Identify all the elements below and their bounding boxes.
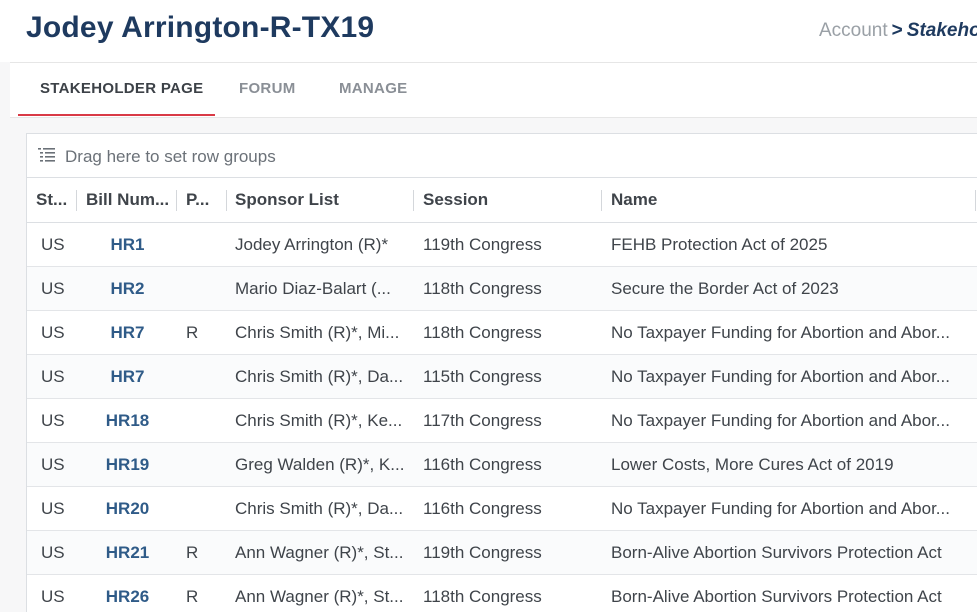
cell-state: US xyxy=(41,367,65,386)
tab-forum[interactable]: FORUM xyxy=(239,63,296,115)
table-row[interactable]: US HR19 Greg Walden (R)*, K... 116th Con… xyxy=(27,443,977,487)
cell-bill-number-link[interactable]: HR1 xyxy=(86,223,169,266)
row-group-hint: Drag here to set row groups xyxy=(65,147,276,166)
column-resize-handle[interactable] xyxy=(76,190,77,211)
cell-state: US xyxy=(41,587,65,606)
cell-session: 115th Congress xyxy=(423,367,542,386)
column-header-sponsor-list[interactable]: Sponsor List xyxy=(235,178,405,222)
cell-sponsor-list: Greg Walden (R)*, K... xyxy=(235,455,405,474)
cell-party xyxy=(186,267,216,310)
cell-state: US xyxy=(41,411,65,430)
column-resize-handle[interactable] xyxy=(601,190,602,211)
tab-stakeholder-page[interactable]: STAKEHOLDER PAGE xyxy=(40,63,203,115)
cell-sponsor-list: Jodey Arrington (R)* xyxy=(235,235,389,254)
cell-party: R xyxy=(186,543,199,562)
cell-session: 118th Congress xyxy=(423,587,542,606)
cell-state: US xyxy=(41,235,65,254)
column-resize-handle[interactable] xyxy=(413,190,414,211)
table-row[interactable]: US HR20 Chris Smith (R)*, Da... 116th Co… xyxy=(27,487,977,531)
cell-state: US xyxy=(41,323,65,342)
cell-sponsor-list: Chris Smith (R)*, Ke... xyxy=(235,411,403,430)
breadcrumb-account-link[interactable]: Account xyxy=(819,20,888,41)
column-header-state[interactable]: St... xyxy=(36,178,70,222)
cell-sponsor-list: Chris Smith (R)*, Da... xyxy=(235,499,404,518)
tab-bar: STAKEHOLDER PAGE FORUM MANAGE xyxy=(10,63,977,117)
cell-name: No Taxpayer Funding for Abortion and Abo… xyxy=(611,411,950,430)
cell-sponsor-list: Ann Wagner (R)*, St... xyxy=(235,543,404,562)
cell-state: US xyxy=(41,455,65,474)
cell-party xyxy=(186,487,216,530)
table-row[interactable]: US HR18 Chris Smith (R)*, Ke... 117th Co… xyxy=(27,399,977,443)
tabs-divider xyxy=(10,117,977,118)
cell-name: FEHB Protection Act of 2025 xyxy=(611,235,828,254)
cell-name: Born-Alive Abortion Survivors Protection… xyxy=(611,543,942,562)
breadcrumb: Account>Stakeholder Page xyxy=(819,20,977,42)
cell-sponsor-list: Mario Diaz-Balart (... xyxy=(235,279,391,298)
cell-party xyxy=(186,443,216,486)
row-groups-icon xyxy=(38,148,55,162)
column-header-name[interactable]: Name xyxy=(611,178,971,222)
table-row[interactable]: US HR26 R Ann Wagner (R)*, St... 118th C… xyxy=(27,575,977,612)
cell-sponsor-list: Chris Smith (R)*, Da... xyxy=(235,367,404,386)
cell-session: 118th Congress xyxy=(423,279,542,298)
cell-state: US xyxy=(41,279,65,298)
row-group-drop-zone[interactable]: Drag here to set row groups xyxy=(27,134,977,178)
cell-bill-number-link[interactable]: HR7 xyxy=(86,311,169,354)
cell-name: Born-Alive Abortion Survivors Protection… xyxy=(611,587,942,606)
cell-bill-number-link[interactable]: HR18 xyxy=(86,399,169,442)
breadcrumb-current: Stakeholder Page xyxy=(906,20,977,41)
cell-party xyxy=(186,223,216,266)
cell-bill-number-link[interactable]: HR21 xyxy=(86,531,169,574)
column-header-party[interactable]: P... xyxy=(186,178,222,222)
cell-bill-number-link[interactable]: HR20 xyxy=(86,487,169,530)
cell-name: No Taxpayer Funding for Abortion and Abo… xyxy=(611,499,950,518)
column-header-bill-number[interactable]: Bill Num... xyxy=(86,178,171,222)
cell-bill-number-link[interactable]: HR7 xyxy=(86,355,169,398)
column-resize-handle[interactable] xyxy=(975,190,976,211)
cell-sponsor-list: Ann Wagner (R)*, St... xyxy=(235,587,404,606)
cell-name: No Taxpayer Funding for Abortion and Abo… xyxy=(611,367,950,386)
tab-manage[interactable]: MANAGE xyxy=(339,63,407,115)
cell-bill-number-link[interactable]: HR19 xyxy=(86,443,169,486)
cell-session: 116th Congress xyxy=(423,499,542,518)
cell-session: 119th Congress xyxy=(423,543,542,562)
grid-body: US HR1 Jodey Arrington (R)* 119th Congre… xyxy=(27,223,977,612)
stakeholder-page: Jodey Arrington-R-TX19 Account>Stakehold… xyxy=(0,0,977,612)
table-row[interactable]: US HR7 Chris Smith (R)*, Da... 115th Con… xyxy=(27,355,977,399)
table-row[interactable]: US HR7 R Chris Smith (R)*, Mi... 118th C… xyxy=(27,311,977,355)
cell-state: US xyxy=(41,543,65,562)
grid-header-row: St... Bill Num... P... Sponsor List Sess… xyxy=(27,178,977,223)
cell-party: R xyxy=(186,323,199,342)
cell-name: Secure the Border Act of 2023 xyxy=(611,279,839,298)
table-row[interactable]: US HR2 Mario Diaz-Balart (... 118th Cong… xyxy=(27,267,977,311)
page-header: Jodey Arrington-R-TX19 Account>Stakehold… xyxy=(0,0,977,62)
column-resize-handle[interactable] xyxy=(226,190,227,211)
bills-grid: Drag here to set row groups St... Bill N… xyxy=(26,133,977,612)
cell-session: 116th Congress xyxy=(423,455,542,474)
cell-party xyxy=(186,355,216,398)
column-resize-handle[interactable] xyxy=(176,190,177,211)
cell-session: 118th Congress xyxy=(423,323,542,342)
cell-sponsor-list: Chris Smith (R)*, Mi... xyxy=(235,323,400,342)
cell-session: 117th Congress xyxy=(423,411,542,430)
active-tab-indicator xyxy=(18,114,215,116)
cell-bill-number-link[interactable]: HR2 xyxy=(86,267,169,310)
cell-state: US xyxy=(41,499,65,518)
breadcrumb-separator: > xyxy=(891,20,903,41)
cell-party: R xyxy=(186,587,199,606)
page-title: Jodey Arrington-R-TX19 xyxy=(26,11,375,44)
cell-session: 119th Congress xyxy=(423,235,542,254)
table-row[interactable]: US HR1 Jodey Arrington (R)* 119th Congre… xyxy=(27,223,977,267)
cell-party xyxy=(186,399,216,442)
cell-name: Lower Costs, More Cures Act of 2019 xyxy=(611,455,894,474)
table-row[interactable]: US HR21 R Ann Wagner (R)*, St... 119th C… xyxy=(27,531,977,575)
column-header-session[interactable]: Session xyxy=(423,178,593,222)
cell-bill-number-link[interactable]: HR26 xyxy=(86,575,169,612)
cell-name: No Taxpayer Funding for Abortion and Abo… xyxy=(611,323,950,342)
